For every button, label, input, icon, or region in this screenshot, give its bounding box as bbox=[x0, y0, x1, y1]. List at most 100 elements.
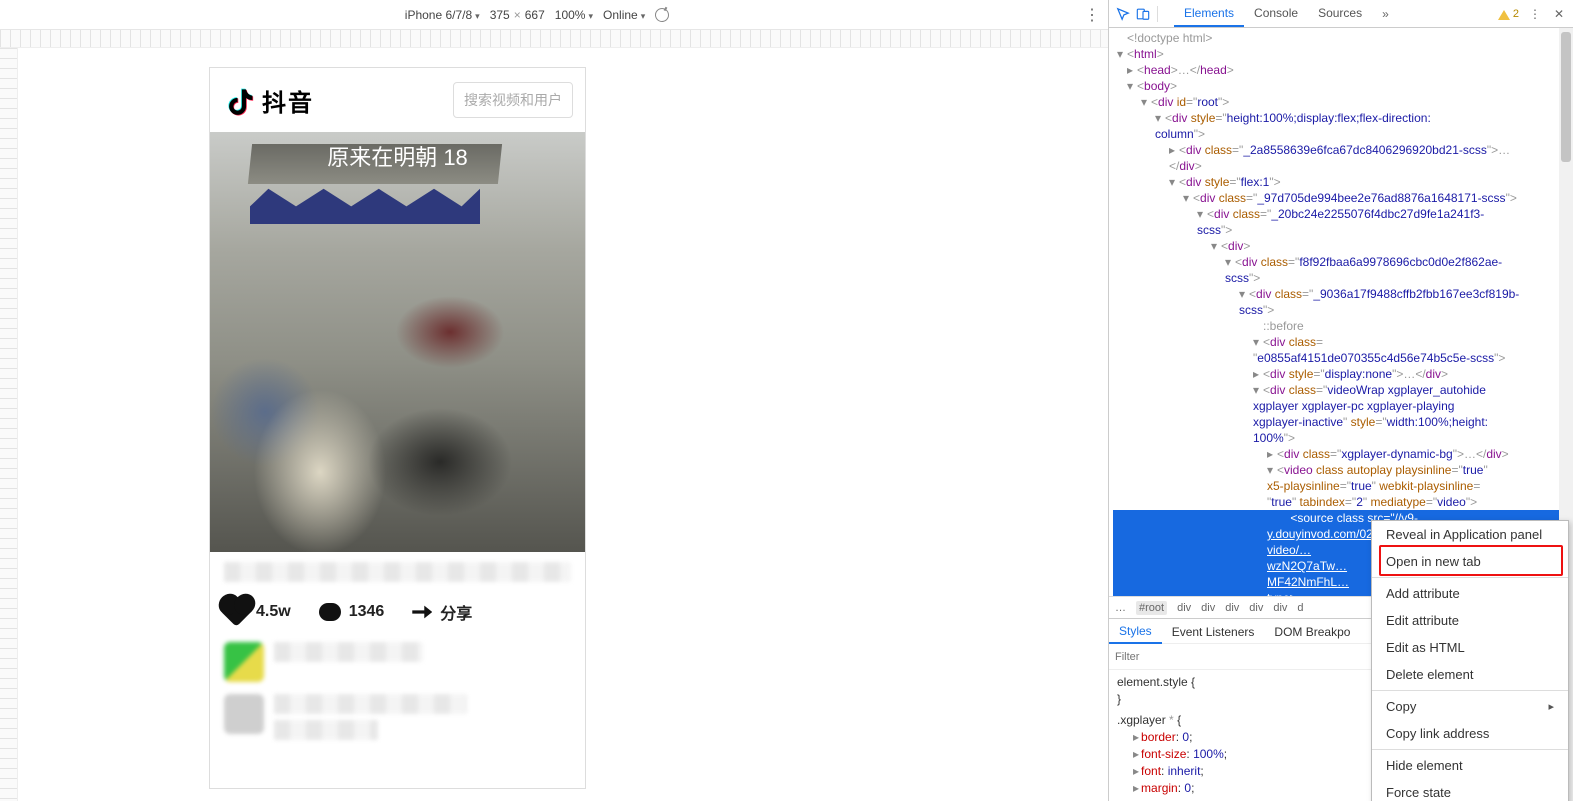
dom-node[interactable]: <div style="display:none">…</div> bbox=[1113, 366, 1573, 382]
device-height[interactable]: 667 bbox=[525, 8, 545, 22]
context-menu-item[interactable]: Copy bbox=[1372, 693, 1568, 720]
context-menu-item[interactable]: Edit as HTML bbox=[1372, 634, 1568, 661]
simulator-toolbar: iPhone 6/7/8 375 × 667 100% Online ⋮ bbox=[0, 0, 1108, 30]
comments-area bbox=[210, 632, 585, 750]
dom-node[interactable]: <div class="_9036a17f9488cffb2fbb167ee3c… bbox=[1113, 286, 1573, 318]
device-selector[interactable]: iPhone 6/7/8 bbox=[405, 8, 480, 22]
dimension-separator: × bbox=[514, 8, 521, 22]
dom-node[interactable]: <div class="_2a8558639e6fca67dc840629692… bbox=[1113, 142, 1573, 174]
more-tabs-icon[interactable] bbox=[1376, 7, 1389, 21]
comment-button[interactable]: 1346 bbox=[319, 603, 385, 621]
avatar bbox=[224, 694, 264, 734]
devtools-tab-console[interactable]: Console bbox=[1244, 0, 1308, 27]
dom-node[interactable]: <div style="flex:1"> bbox=[1113, 174, 1573, 190]
heart-icon bbox=[222, 597, 252, 627]
context-menu-item[interactable]: Hide element bbox=[1372, 752, 1568, 779]
device-width[interactable]: 375 bbox=[490, 8, 510, 22]
video-scene bbox=[210, 132, 585, 552]
share-button[interactable]: 分享 bbox=[412, 600, 472, 624]
simulator-canvas: 抖音 搜索视频和用户 原来在明朝 18 4.5w bbox=[0, 30, 1108, 801]
settings-icon[interactable]: ⋮ bbox=[1527, 6, 1543, 22]
context-menu-item[interactable]: Copy link address bbox=[1372, 720, 1568, 747]
device-toggle-icon[interactable] bbox=[1135, 6, 1151, 22]
share-icon bbox=[412, 604, 432, 620]
video-meta bbox=[210, 552, 585, 592]
warning-icon bbox=[1498, 4, 1510, 20]
blurred-text bbox=[274, 694, 467, 714]
device-frame: 抖音 搜索视频和用户 原来在明朝 18 4.5w bbox=[210, 68, 585, 788]
more-options-icon[interactable]: ⋮ bbox=[1084, 5, 1100, 25]
comment-icon bbox=[319, 603, 341, 621]
breadcrumb-item[interactable]: div bbox=[1177, 602, 1191, 614]
dom-tree[interactable]: <!doctype html><html><head>…</head><body… bbox=[1109, 28, 1573, 596]
network-selector[interactable]: Online bbox=[603, 8, 645, 22]
mobile-header: 抖音 搜索视频和用户 bbox=[210, 68, 585, 132]
context-menu-item[interactable]: Open in new tab bbox=[1372, 548, 1568, 575]
dom-node[interactable]: <div class="_97d705de994bee2e76ad8876a16… bbox=[1113, 190, 1573, 206]
css-selector: .xgplayer bbox=[1117, 713, 1166, 727]
brand-name: 抖音 bbox=[262, 83, 314, 118]
dom-node[interactable]: ::before bbox=[1113, 318, 1573, 334]
video-player[interactable]: 原来在明朝 18 bbox=[210, 132, 585, 552]
dom-node[interactable]: <div class="f8f92fbaa6a9978696cbc0d0e2f8… bbox=[1113, 254, 1573, 286]
devtools-toolbar: ElementsConsoleSources 2 ⋮ ✕ bbox=[1109, 0, 1573, 28]
styles-subtab[interactable]: Event Listeners bbox=[1162, 620, 1265, 643]
devtools-tab-sources[interactable]: Sources bbox=[1308, 0, 1372, 27]
breadcrumb-item[interactable]: div bbox=[1273, 602, 1287, 614]
context-menu[interactable]: Reveal in Application panelOpen in new t… bbox=[1371, 520, 1569, 801]
devtools-tab-elements[interactable]: Elements bbox=[1174, 0, 1244, 27]
blurred-text bbox=[274, 720, 378, 740]
separator bbox=[1157, 6, 1158, 22]
dom-node[interactable]: <video class autoplay playsinline="true"… bbox=[1113, 462, 1573, 510]
dom-node[interactable]: <body> bbox=[1113, 78, 1573, 94]
breadcrumb-item[interactable]: div bbox=[1201, 602, 1215, 614]
dom-node[interactable]: <div id="root"> bbox=[1113, 94, 1573, 110]
blurred-text bbox=[274, 642, 423, 662]
context-menu-item[interactable]: Edit attribute bbox=[1372, 607, 1568, 634]
breadcrumb-item[interactable]: … bbox=[1115, 602, 1126, 614]
close-icon[interactable]: ✕ bbox=[1551, 6, 1567, 22]
dom-node[interactable]: <div class="videoWrap xgplayer_autohidex… bbox=[1113, 382, 1573, 446]
context-menu-item[interactable]: Add attribute bbox=[1372, 580, 1568, 607]
warnings-badge[interactable]: 2 bbox=[1498, 6, 1519, 22]
blurred-text bbox=[224, 562, 571, 582]
rotate-icon[interactable] bbox=[653, 5, 672, 24]
dom-node[interactable]: <head>…</head> bbox=[1113, 62, 1573, 78]
scrollbar-thumb[interactable] bbox=[1561, 32, 1571, 162]
context-menu-item[interactable]: Reveal in Application panel bbox=[1372, 521, 1568, 548]
search-input[interactable]: 搜索视频和用户 bbox=[453, 82, 573, 118]
dom-node[interactable]: <div style="height:100%;display:flex;fle… bbox=[1113, 110, 1573, 142]
styles-subtab[interactable]: Styles bbox=[1109, 619, 1162, 644]
ruler-vertical bbox=[0, 48, 18, 801]
like-button[interactable]: 4.5w bbox=[226, 602, 291, 622]
comment-row bbox=[224, 694, 571, 740]
device-simulator-pane: iPhone 6/7/8 375 × 667 100% Online ⋮ bbox=[0, 0, 1108, 801]
comment-row bbox=[224, 642, 571, 682]
devtools-tab-bar: ElementsConsoleSources bbox=[1174, 0, 1372, 27]
ruler-horizontal bbox=[0, 30, 1108, 48]
warning-count: 2 bbox=[1513, 8, 1519, 20]
like-count: 4.5w bbox=[256, 603, 291, 621]
inspect-icon[interactable] bbox=[1115, 6, 1131, 22]
zoom-selector[interactable]: 100% bbox=[555, 8, 593, 22]
dom-node[interactable]: <div class="xgplayer-dynamic-bg">…</div> bbox=[1113, 446, 1573, 462]
brand-logo[interactable]: 抖音 bbox=[222, 83, 314, 118]
dom-node[interactable]: <!doctype html> bbox=[1113, 30, 1573, 46]
dom-node[interactable]: <html> bbox=[1113, 46, 1573, 62]
breadcrumb-item[interactable]: d bbox=[1297, 602, 1303, 614]
css-selector: element.style bbox=[1117, 675, 1188, 689]
douyin-icon bbox=[222, 83, 256, 117]
breadcrumb-item[interactable]: div bbox=[1225, 602, 1239, 614]
breadcrumb-item[interactable]: #root bbox=[1136, 601, 1167, 615]
avatar bbox=[224, 642, 264, 682]
video-caption: 原来在明朝 18 bbox=[210, 140, 585, 172]
dom-node[interactable]: <div class="e0855af4151de070355c4d56e74b… bbox=[1113, 334, 1573, 366]
dom-node[interactable]: <div> bbox=[1113, 238, 1573, 254]
dom-node[interactable]: <div class="_20bc24e2255076f4dbc27d9fe1a… bbox=[1113, 206, 1573, 238]
comment-count: 1346 bbox=[349, 603, 385, 621]
context-menu-item[interactable]: Delete element bbox=[1372, 661, 1568, 688]
styles-subtab[interactable]: DOM Breakpo bbox=[1264, 620, 1360, 643]
breadcrumb-item[interactable]: div bbox=[1249, 602, 1263, 614]
context-menu-item[interactable]: Force state bbox=[1372, 779, 1568, 801]
share-label: 分享 bbox=[440, 600, 472, 624]
